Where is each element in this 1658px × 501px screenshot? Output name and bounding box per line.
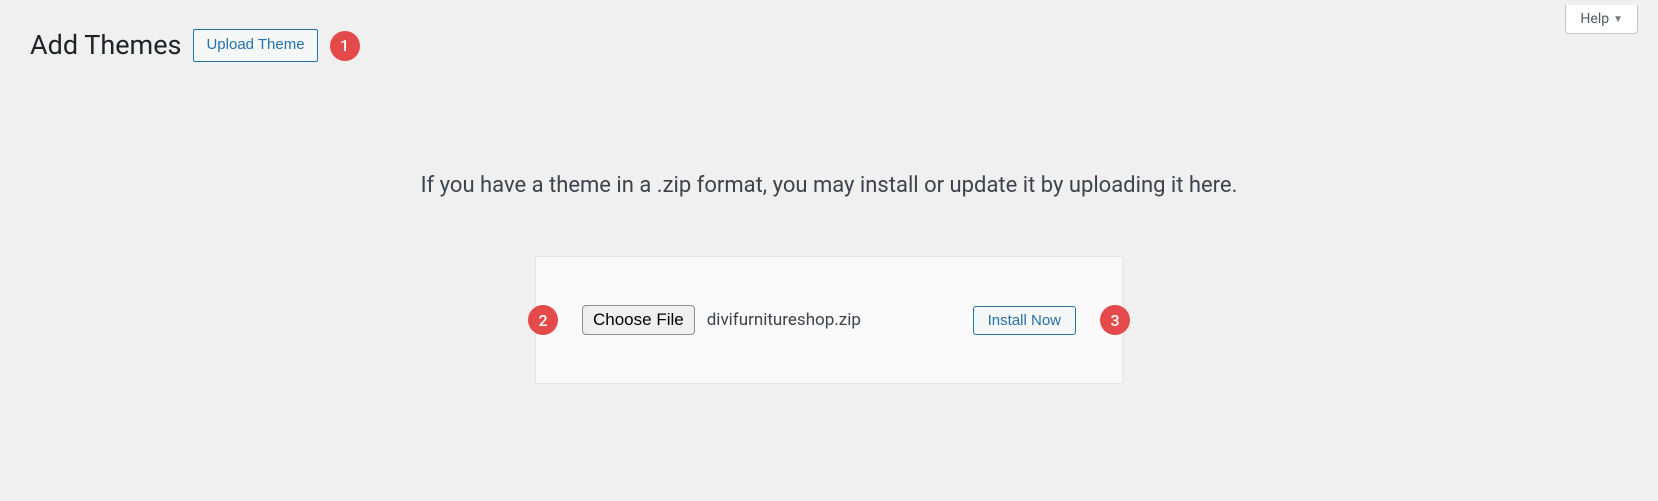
annotation-badge-3: 3 (1100, 305, 1130, 335)
annotation-badge-1: 1 (330, 31, 360, 61)
selected-filename: divifurnitureshop.zip (707, 310, 861, 330)
upload-theme-button[interactable]: Upload Theme (193, 29, 317, 62)
upload-panel-inner: Choose File divifurnitureshop.zip Instal… (566, 305, 1092, 335)
help-tab[interactable]: Help ▼ (1565, 5, 1638, 34)
annotation-badge-2: 2 (528, 305, 558, 335)
upload-panel: 2 Choose File divifurnitureshop.zip Inst… (535, 256, 1123, 384)
install-now-button[interactable]: Install Now (973, 306, 1076, 335)
help-label: Help (1580, 11, 1609, 27)
chevron-down-icon: ▼ (1613, 14, 1623, 25)
choose-file-button[interactable]: Choose File (582, 305, 695, 335)
upload-instruction-text: If you have a theme in a .zip format, yo… (0, 173, 1658, 198)
page-title: Add Themes (30, 28, 181, 63)
file-chooser-group: Choose File divifurnitureshop.zip (582, 305, 861, 335)
page-header: Add Themes Upload Theme 1 (0, 0, 1658, 63)
